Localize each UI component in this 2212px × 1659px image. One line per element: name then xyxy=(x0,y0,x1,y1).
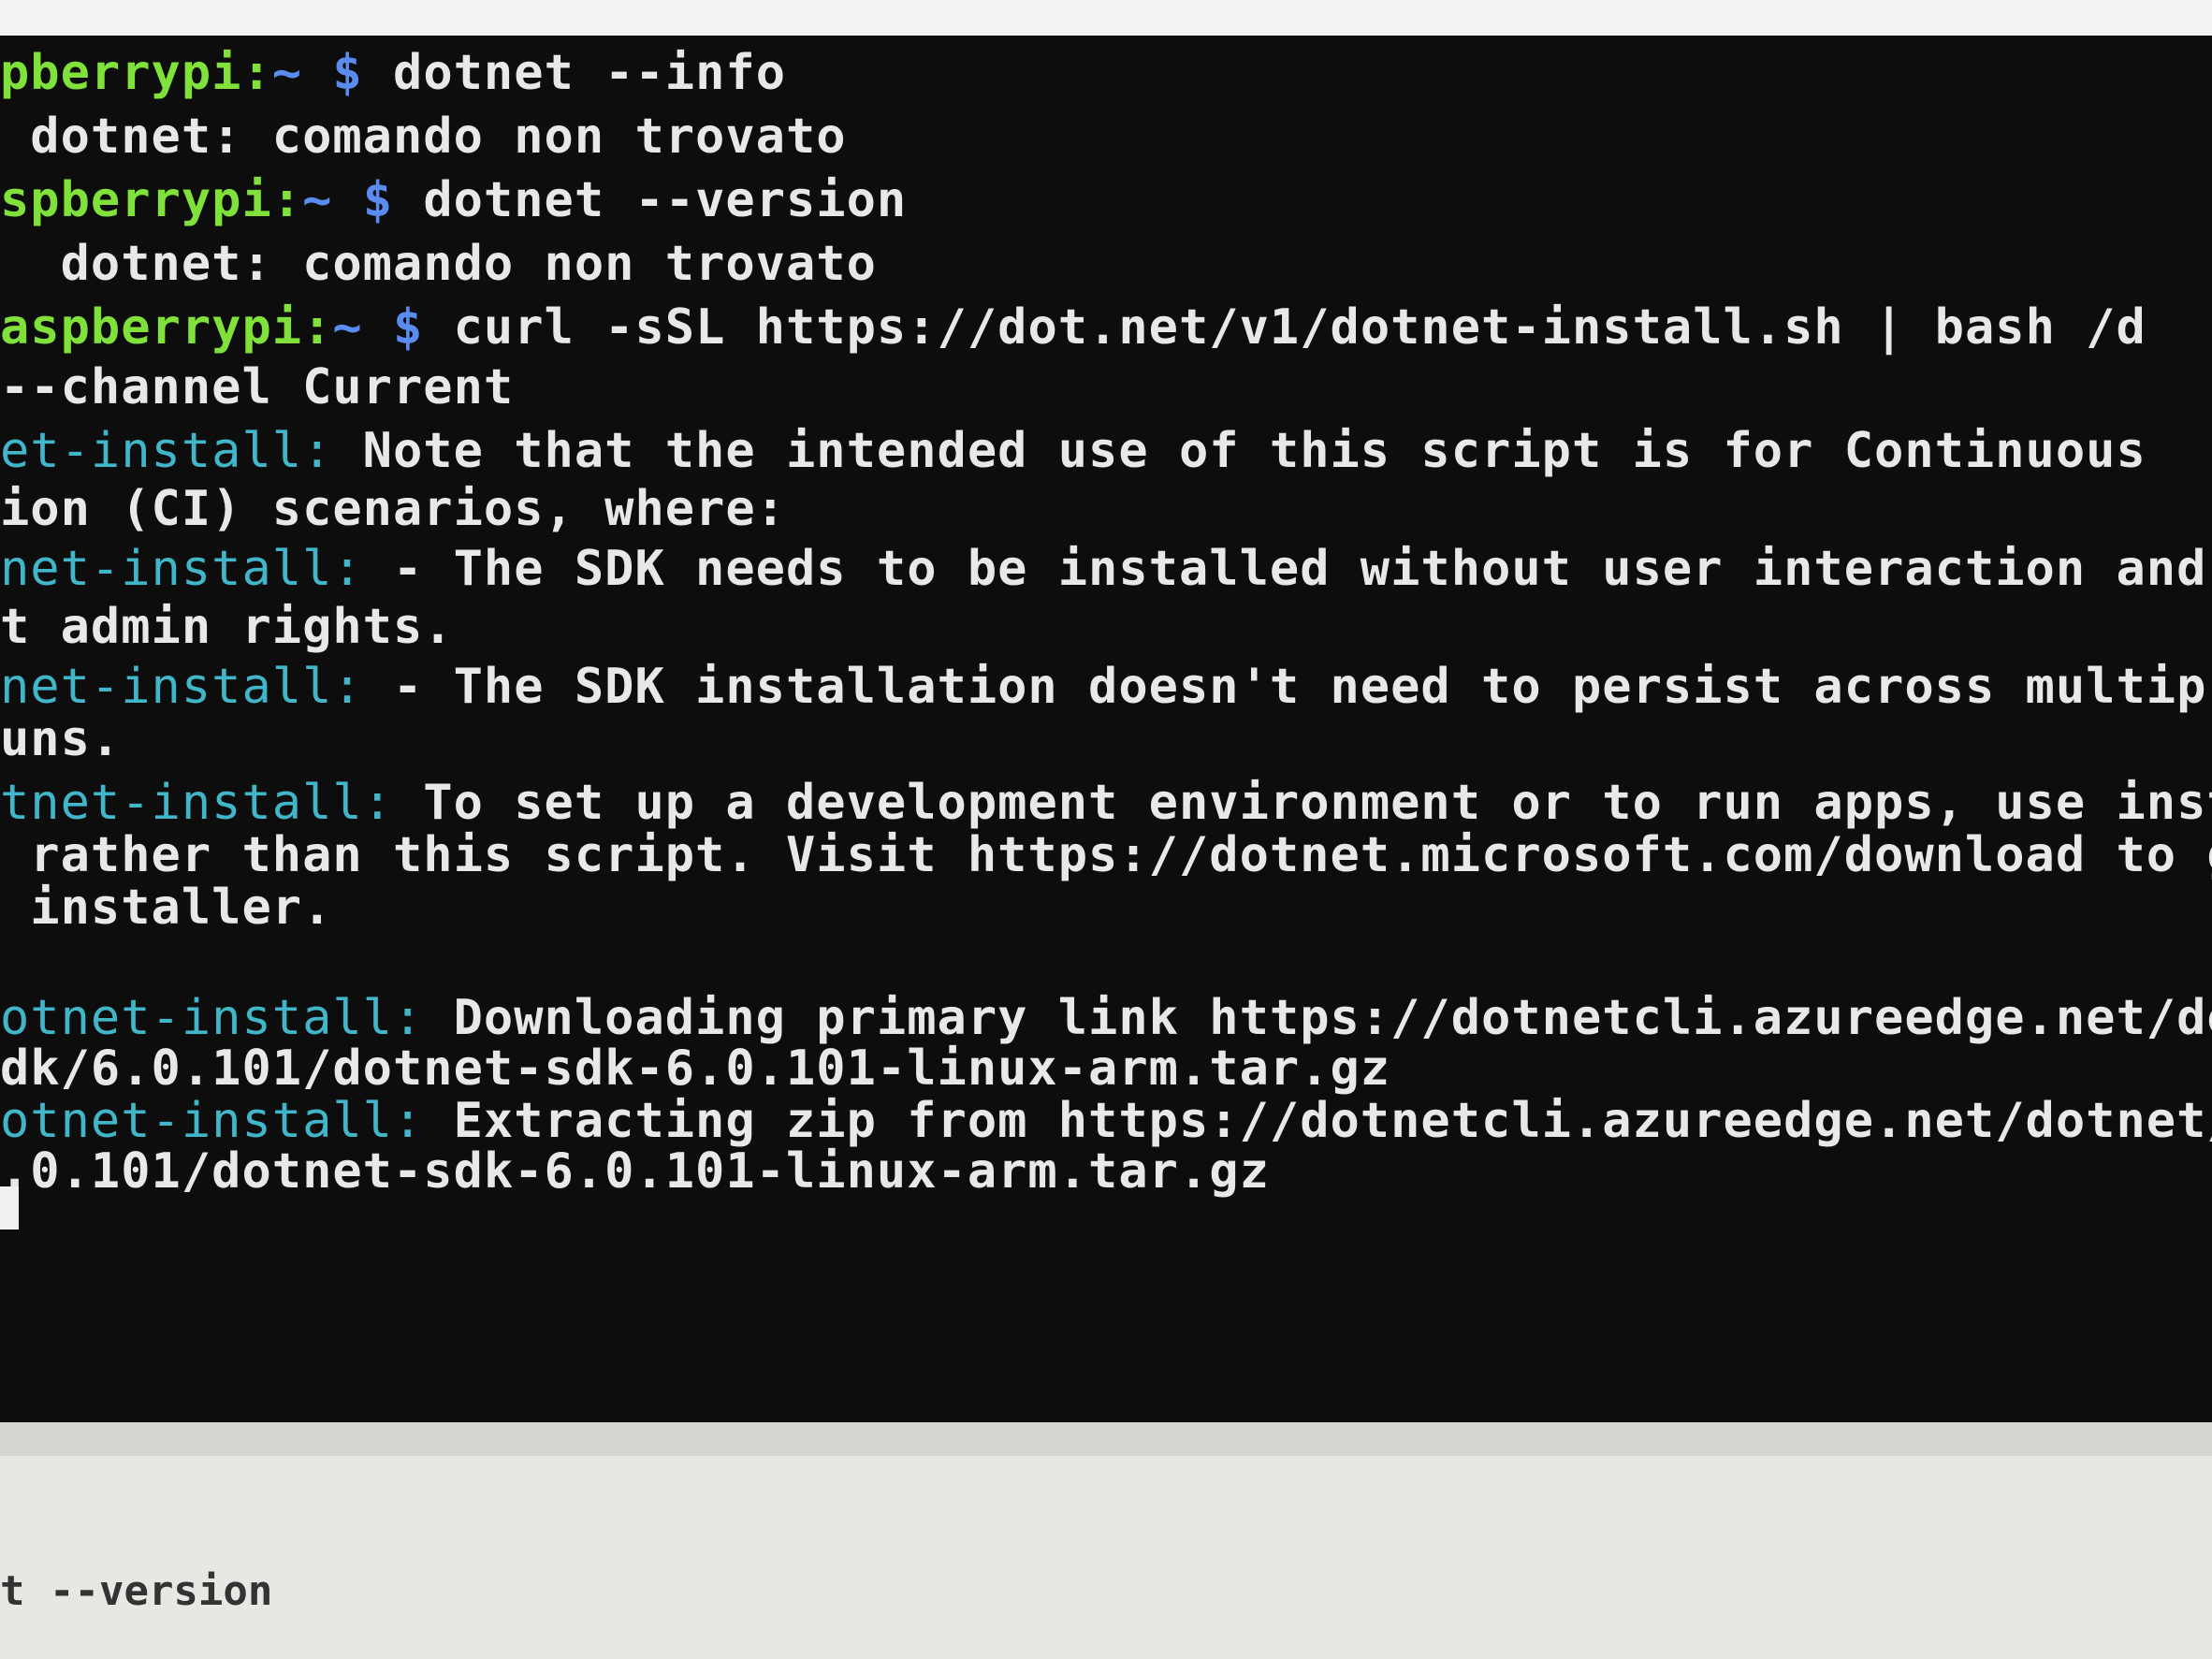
terminal-line: spberrypi:~ $ dotnet --version xyxy=(0,172,907,228)
terminal-window[interactable]: pberrypi:~ $ dotnet --info dotnet: coman… xyxy=(0,36,2212,1422)
terminal-line: et-install: Note that the intended use o… xyxy=(0,423,2147,479)
output-text: - The SDK installation doesn't need to p… xyxy=(362,659,2207,715)
terminal-line: net-install: - The SDK installation does… xyxy=(0,659,2206,715)
output-text: .0.101/dotnet-sdk-6.0.101-linux-arm.tar.… xyxy=(0,1143,1270,1200)
terminal-line: .0.101/dotnet-sdk-6.0.101-linux-arm.tar.… xyxy=(0,1143,1270,1200)
output-text: installer. xyxy=(0,880,333,936)
terminal-line: ion (CI) scenarios, where: xyxy=(0,481,786,537)
output-text: uns. xyxy=(0,711,122,767)
install-tag: tnet-install: xyxy=(0,775,393,831)
output-text: t admin rights. xyxy=(0,599,454,655)
terminal-line: otnet-install: Downloading primary link … xyxy=(0,990,2212,1046)
output-text: rather than this script. Visit https://d… xyxy=(0,827,2212,883)
install-tag: otnet-install: xyxy=(0,1093,424,1149)
output-text: Extracting zip from https://dotnetcli.az… xyxy=(423,1093,2212,1149)
terminal-line: otnet-install: Extracting zip from https… xyxy=(0,1093,2212,1149)
terminal-line: dotnet: comando non trovato xyxy=(0,236,877,292)
prompt-dollar: $ xyxy=(393,299,424,356)
prompt-tilde: ~ xyxy=(271,45,303,101)
output-text: dotnet: comando non trovato xyxy=(0,109,847,165)
output-text: Downloading primary link https://dotnetc… xyxy=(423,990,2212,1046)
prompt-host: aspberrypi: xyxy=(0,299,333,356)
prompt-tilde: ~ xyxy=(332,299,363,356)
bottom-pane: t --version xyxy=(0,1422,2212,1659)
terminal-line: net-install: - The SDK needs to be insta… xyxy=(0,541,2206,597)
output-text: Note that the intended use of this scrip… xyxy=(332,423,2147,479)
output-text: --channel Current xyxy=(0,359,515,415)
top-strip xyxy=(0,0,2212,36)
command-text: dotnet --info xyxy=(362,45,786,101)
terminal-line: --channel Current xyxy=(0,359,514,415)
terminal-line: dk/6.0.101/dotnet-sdk-6.0.101-linux-arm.… xyxy=(0,1041,1390,1097)
install-tag: net-install: xyxy=(0,541,363,597)
prompt-dollar: $ xyxy=(332,45,363,101)
command-text: dotnet --version xyxy=(393,172,908,228)
output-text: dk/6.0.101/dotnet-sdk-6.0.101-linux-arm.… xyxy=(0,1041,1391,1097)
output-text: - The SDK needs to be installed without … xyxy=(362,541,2207,597)
terminal-cursor xyxy=(0,1186,19,1230)
terminal-line: rather than this script. Visit https://d… xyxy=(0,827,2212,883)
terminal-line: t admin rights. xyxy=(0,599,454,655)
install-tag: otnet-install: xyxy=(0,990,424,1046)
bottom-pane-text: t --version xyxy=(0,1567,273,1615)
install-tag: net-install: xyxy=(0,659,363,715)
prompt-host: spberrypi: xyxy=(0,172,303,228)
terminal-line: uns. xyxy=(0,711,121,767)
prompt-host: pberrypi: xyxy=(0,45,272,101)
terminal-line: installer. xyxy=(0,880,332,936)
output-text: dotnet: comando non trovato xyxy=(0,236,877,292)
install-tag: et-install: xyxy=(0,423,333,479)
command-text: curl -sSL https://dot.net/v1/dotnet-inst… xyxy=(423,299,2147,356)
terminal-line: dotnet: comando non trovato xyxy=(0,109,847,165)
pane-divider xyxy=(0,1422,2212,1456)
output-text: To set up a development environment or t… xyxy=(393,775,2212,831)
terminal-line: tnet-install: To set up a development en… xyxy=(0,775,2212,831)
output-text: ion (CI) scenarios, where: xyxy=(0,481,786,537)
terminal-line: pberrypi:~ $ dotnet --info xyxy=(0,45,786,101)
terminal-line: aspberrypi:~ $ curl -sSL https://dot.net… xyxy=(0,299,2147,356)
prompt-tilde: ~ xyxy=(302,172,333,228)
prompt-dollar: $ xyxy=(362,172,394,228)
